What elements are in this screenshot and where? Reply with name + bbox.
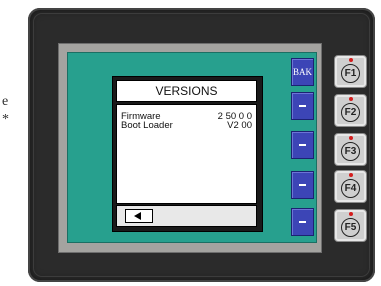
bak-softkey[interactable]: BAK: [291, 58, 314, 86]
back-arrow-button[interactable]: [125, 209, 153, 223]
version-value: V2 00: [227, 120, 252, 131]
f5-key-label: F5: [341, 218, 360, 237]
led-indicator-icon: [349, 136, 353, 140]
f4-key-label: F4: [341, 179, 360, 198]
version-label: Boot Loader: [121, 120, 173, 131]
softkey-4[interactable]: [291, 171, 314, 199]
dialog-title: VERSIONS: [116, 80, 257, 102]
dash-icon: [299, 144, 306, 146]
f5-key[interactable]: F5: [334, 209, 367, 242]
asterisk-text: *: [2, 112, 9, 127]
f1-key[interactable]: F1: [334, 55, 367, 88]
dialog-footer: [116, 205, 257, 227]
f4-key[interactable]: F4: [334, 170, 367, 203]
dash-icon: [299, 105, 306, 107]
cut-off-text: e: [2, 94, 9, 109]
dialog-content: Firmware 2 50 0 0 Boot Loader V2 00: [116, 104, 257, 204]
f1-key-label: F1: [341, 64, 360, 83]
f2-key[interactable]: F2: [334, 94, 367, 127]
dash-icon: [299, 184, 306, 186]
led-indicator-icon: [349, 212, 353, 216]
led-indicator-icon: [349, 97, 353, 101]
f2-key-label: F2: [341, 103, 360, 122]
led-indicator-icon: [349, 173, 353, 177]
softkey-5[interactable]: [291, 208, 314, 236]
f3-key[interactable]: F3: [334, 133, 367, 166]
softkey-3[interactable]: [291, 131, 314, 159]
led-indicator-icon: [349, 58, 353, 62]
f3-key-label: F3: [341, 142, 360, 161]
dash-icon: [299, 221, 306, 223]
softkey-2[interactable]: [291, 92, 314, 120]
